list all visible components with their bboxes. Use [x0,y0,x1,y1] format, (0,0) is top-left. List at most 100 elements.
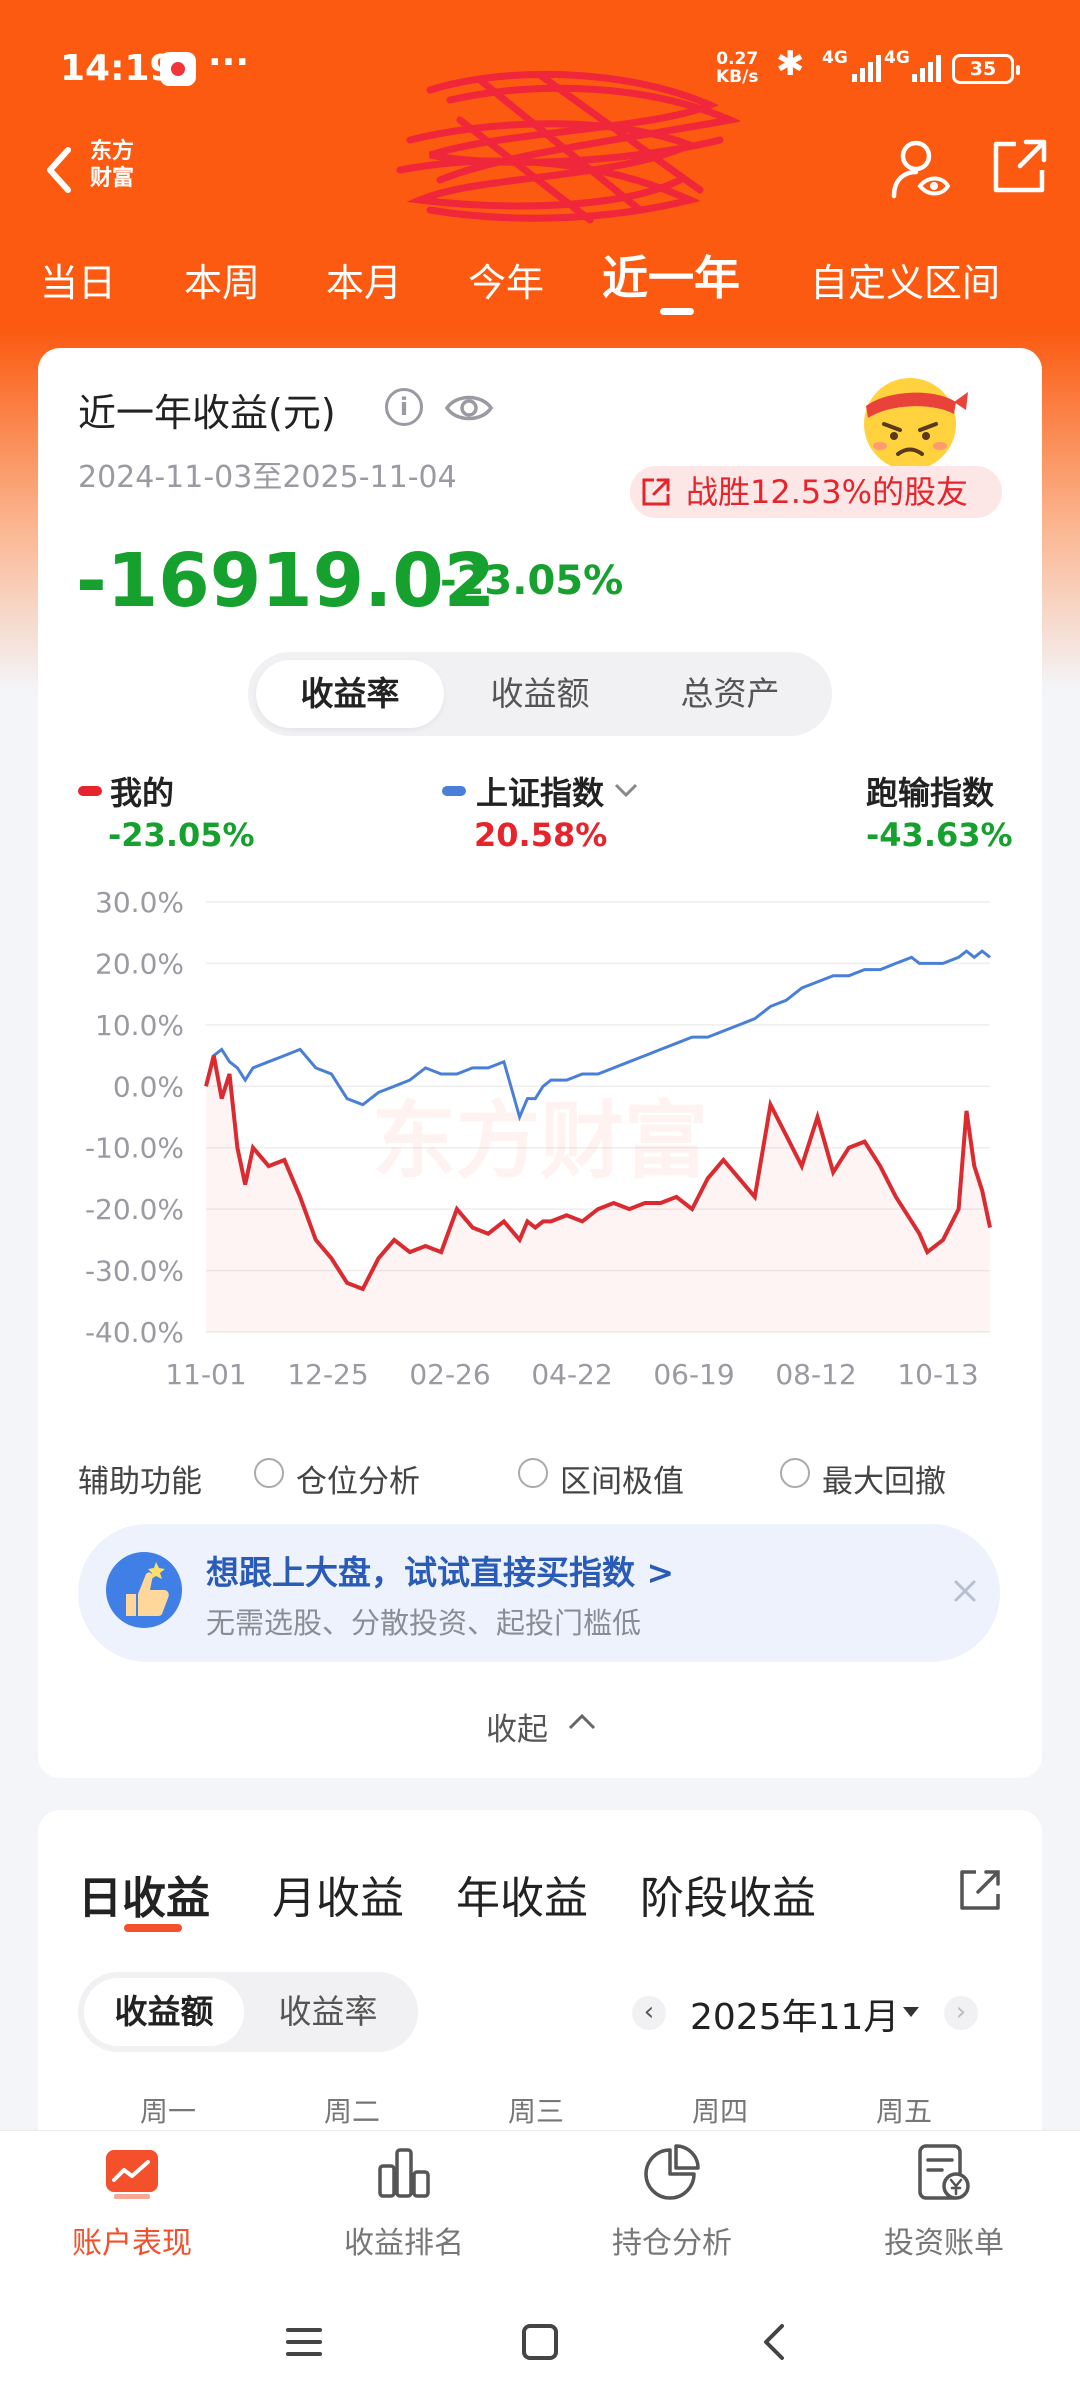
total-return-percent: -23.05% [440,558,624,604]
legend-index-swatch [442,786,466,796]
weekday-mon: 周一 [140,2095,197,2128]
menu-icon[interactable] [280,2318,328,2366]
x-tick-label: 04-22 [531,1358,612,1390]
month-selector[interactable]: 2025年11月 [690,1988,899,2040]
position-analysis-label[interactable]: 仓位分析 [296,1456,420,1501]
x-tick-label: 02-26 [409,1358,490,1390]
beat-peers-badge[interactable]: 战胜12.53%的股友 [630,466,1002,518]
segment-return-rate[interactable]: 收益率 [256,660,444,728]
chevron-down-icon[interactable] [612,780,640,800]
share-icon-2[interactable] [956,1866,1004,1914]
bluetooth-icon: ✱ [776,44,805,84]
y-tick-label: 0.0% [113,1070,184,1103]
calendar-mode-segment: 收益额 收益率 [78,1972,418,2052]
nav-investment-bill[interactable]: 投资账单 [884,2218,1004,2262]
date-range: 2024-11-03至2025-11-04 [78,460,457,495]
redacted-title-scribble [396,70,740,224]
period-tab-month[interactable]: 本月 [326,252,402,307]
aux-function-label: 辅助功能 [78,1464,202,1500]
info-icon[interactable]: i [385,388,423,426]
nav-holding-analysis[interactable]: 持仓分析 [612,2218,732,2262]
x-tick-label: 06-19 [653,1358,734,1390]
legend-index-name[interactable]: 上证指数 [476,768,604,814]
user-eye-icon[interactable] [890,138,950,200]
close-icon[interactable] [948,1574,982,1608]
angry-mascot-icon [864,378,968,470]
back-icon[interactable] [752,2318,800,2366]
segment-rate[interactable]: 收益率 [248,1978,408,2046]
x-tick-label: 12-25 [287,1358,368,1390]
status-time: 14:19 [60,48,175,89]
legend-mine-name: 我的 [110,774,175,812]
segment-amount[interactable]: 收益额 [84,1978,244,2046]
chart-mode-segment: 收益率 收益额 总资产 [248,652,832,736]
promo-subtitle: 无需选股、分散投资、起投门槛低 [206,1606,642,1640]
segment-return-amount[interactable]: 收益额 [446,660,634,728]
y-tick-label: 30.0% [95,886,184,919]
tab-yearly-return[interactable]: 年收益 [456,1862,588,1926]
y-tick-label: -10.0% [85,1132,184,1165]
legend-diff-name: 跑输指数 [866,774,995,812]
x-tick-label: 11-01 [165,1358,246,1390]
period-tab-today[interactable]: 当日 [40,252,116,307]
prev-month-button[interactable]: ‹ [632,1996,666,2030]
ranking-bars-icon[interactable] [372,2140,436,2204]
y-tick-label: -20.0% [85,1193,184,1226]
chart-watermark: 东方财富 [372,1092,708,1190]
home-icon[interactable] [516,2318,564,2366]
back-arrow-icon[interactable] [36,140,86,200]
share-icon[interactable] [990,138,1048,196]
y-tick-label: -30.0% [85,1255,184,1288]
period-tab-week[interactable]: 本周 [184,252,260,307]
next-month-button[interactable]: › [944,1996,978,2030]
weekday-thu: 周四 [692,2095,749,2128]
signal-4g-label-2: 4G [884,48,910,68]
weekday-tue: 周二 [324,2095,381,2128]
pie-chart-icon[interactable] [640,2140,704,2204]
returns-tab-indicator [124,1924,182,1932]
battery-icon: 35 [952,54,1020,84]
legend-mine-swatch [78,786,102,796]
x-tick-label: 08-12 [775,1358,856,1390]
tab-period-return[interactable]: 阶段收益 [640,1862,816,1926]
eye-icon[interactable] [444,390,494,426]
y-tick-label: -40.0% [85,1316,184,1349]
brand-logo: 东方 财富 [90,139,135,191]
thumbs-up-icon [106,1552,182,1628]
nav-account-performance[interactable]: 账户表现 [72,2218,192,2262]
weekday-wed: 周三 [508,2095,565,2128]
y-tick-label: 20.0% [95,947,184,980]
bill-icon[interactable] [910,2140,974,2204]
legend-diff-value: -43.63% [866,816,1013,854]
legend-index-value: 20.58% [474,816,608,854]
chevron-up-icon[interactable] [566,1710,598,1734]
card-title: 近一年收益(元) [78,391,336,435]
total-return-value: -16919.02 [76,538,496,624]
period-tab-custom[interactable]: 自定义区间 [810,252,1000,307]
more-notifications-icon: ··· [208,42,250,83]
max-drawdown-radio[interactable] [780,1458,810,1488]
caret-down-icon[interactable] [902,2006,920,2018]
max-drawdown-label[interactable]: 最大回撤 [822,1456,946,1501]
share-outline-icon [642,478,670,506]
y-tick-label: 10.0% [95,1009,184,1042]
period-tab-one-year[interactable]: 近一年 [602,242,740,308]
return-line-chart[interactable]: 东方财富 30.0% 20.0% 10.0% 0.0% -10.0% -20.0% -30.… [60,870,1010,1390]
period-tab-ytd[interactable]: 今年 [468,252,544,307]
collapse-button[interactable]: 收起 [486,1704,548,1749]
period-tab-indicator [660,308,694,315]
x-axis-ticks: 11-01 12-25 02-26 04-22 06-19 08-12 10-13 [165,1358,978,1390]
account-chart-icon[interactable] [100,2140,164,2204]
segment-total-assets[interactable]: 总资产 [636,660,824,728]
nav-return-ranking[interactable]: 收益排名 [344,2218,464,2262]
signal-4g-label-1: 4G [822,48,848,68]
range-extreme-label[interactable]: 区间极值 [560,1456,684,1501]
legend-mine-value: -23.05% [108,816,255,854]
tab-daily-return[interactable]: 日收益 [78,1862,210,1926]
range-extreme-radio[interactable] [518,1458,548,1488]
position-analysis-radio[interactable] [254,1458,284,1488]
y-axis-ticks: 30.0% 20.0% 10.0% 0.0% -10.0% -20.0% -30.0% -40… [85,886,184,1349]
weekday-fri: 周五 [876,2095,933,2128]
promo-title[interactable]: 想跟上大盘，试试直接买指数 > [206,1546,674,1594]
tab-monthly-return[interactable]: 月收益 [272,1862,404,1926]
